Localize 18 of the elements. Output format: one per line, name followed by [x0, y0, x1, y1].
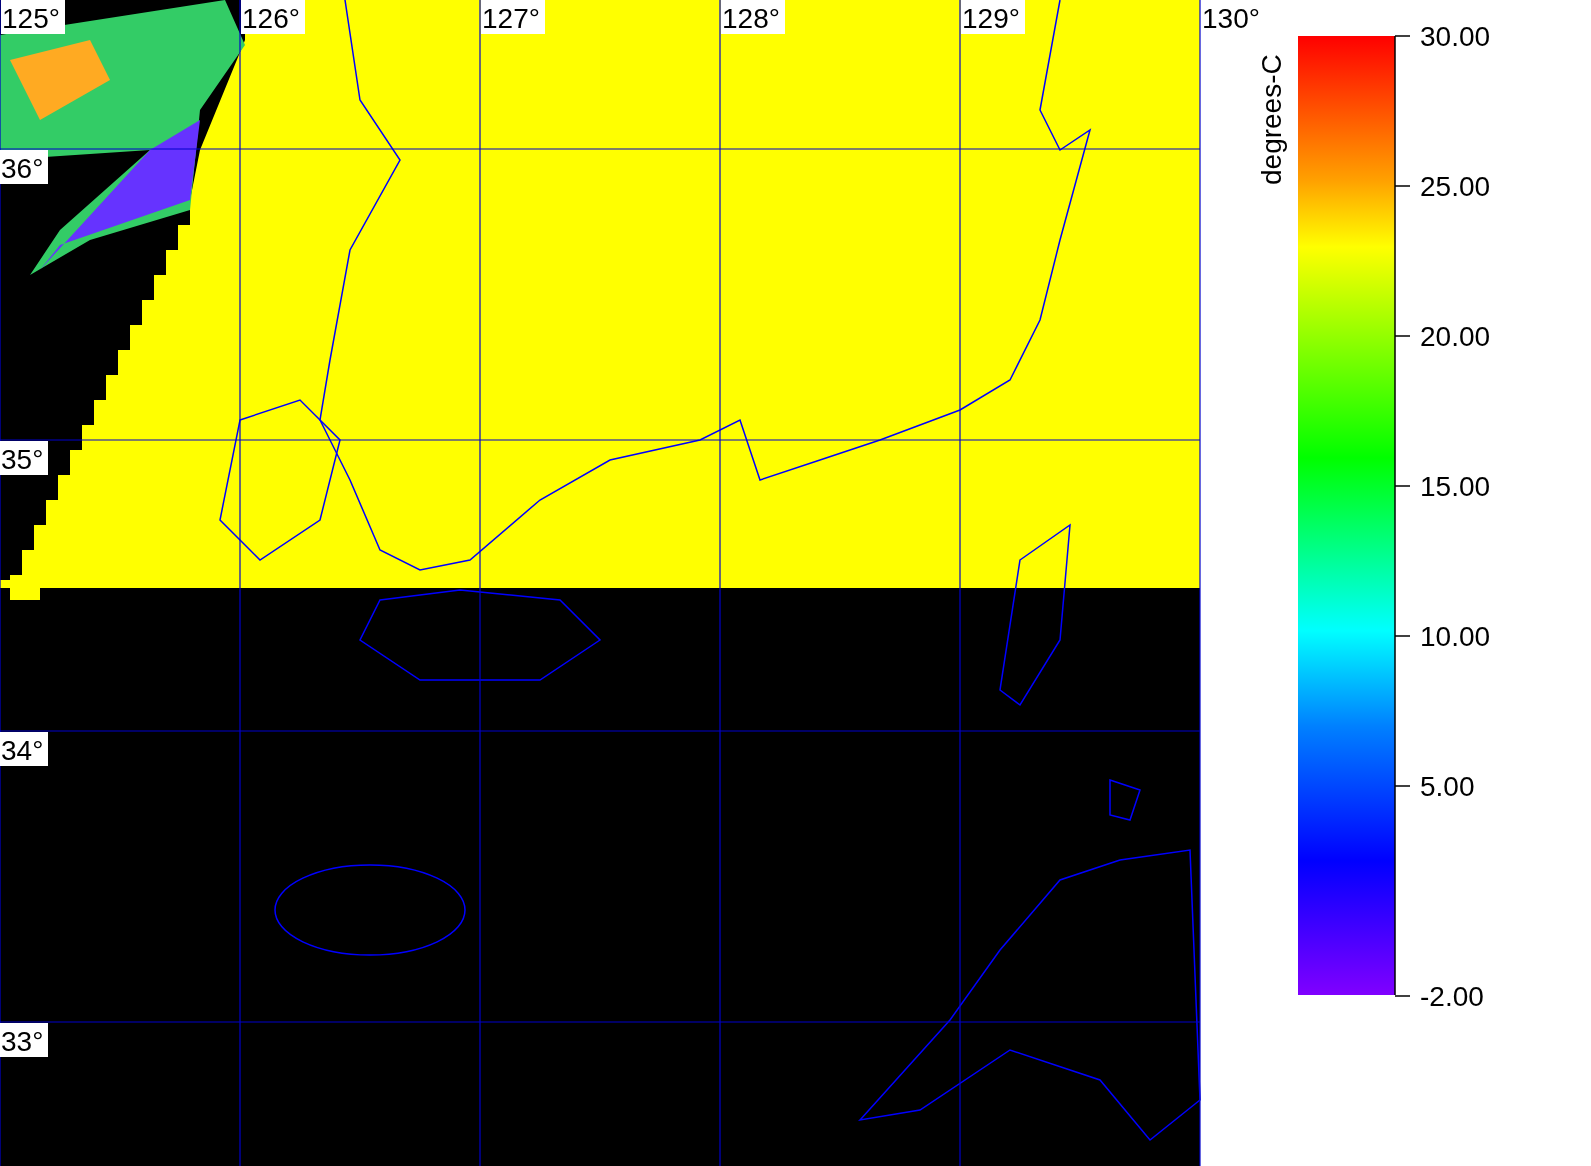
longitude-label: 130° — [1201, 0, 1265, 34]
colorbar-unit-label: degrees-C — [1256, 54, 1287, 185]
latitude-label: 36° — [0, 150, 48, 184]
colorbar-tick-label: -2.00 — [1420, 981, 1484, 1012]
colorbar-tick-label: 25.00 — [1420, 171, 1491, 202]
colorbar-tick-label: 15.00 — [1420, 471, 1491, 502]
latitude-label: 34° — [0, 732, 48, 766]
longitude-label: 127° — [481, 0, 545, 34]
colorbar-tick-label: 20.00 — [1420, 321, 1491, 352]
colorbar-tick-label: 10.00 — [1420, 621, 1491, 652]
colorbar-tick-label: 30.00 — [1420, 21, 1491, 52]
longitude-label: 125° — [1, 0, 65, 34]
latitude-label: 33° — [0, 1023, 48, 1057]
colorbar-tick-label: 5.00 — [1420, 771, 1475, 802]
longitude-label: 126° — [241, 0, 305, 34]
latitude-label: 35° — [0, 441, 48, 475]
longitude-label: 128° — [721, 0, 785, 34]
longitude-label: 129° — [961, 0, 1025, 34]
